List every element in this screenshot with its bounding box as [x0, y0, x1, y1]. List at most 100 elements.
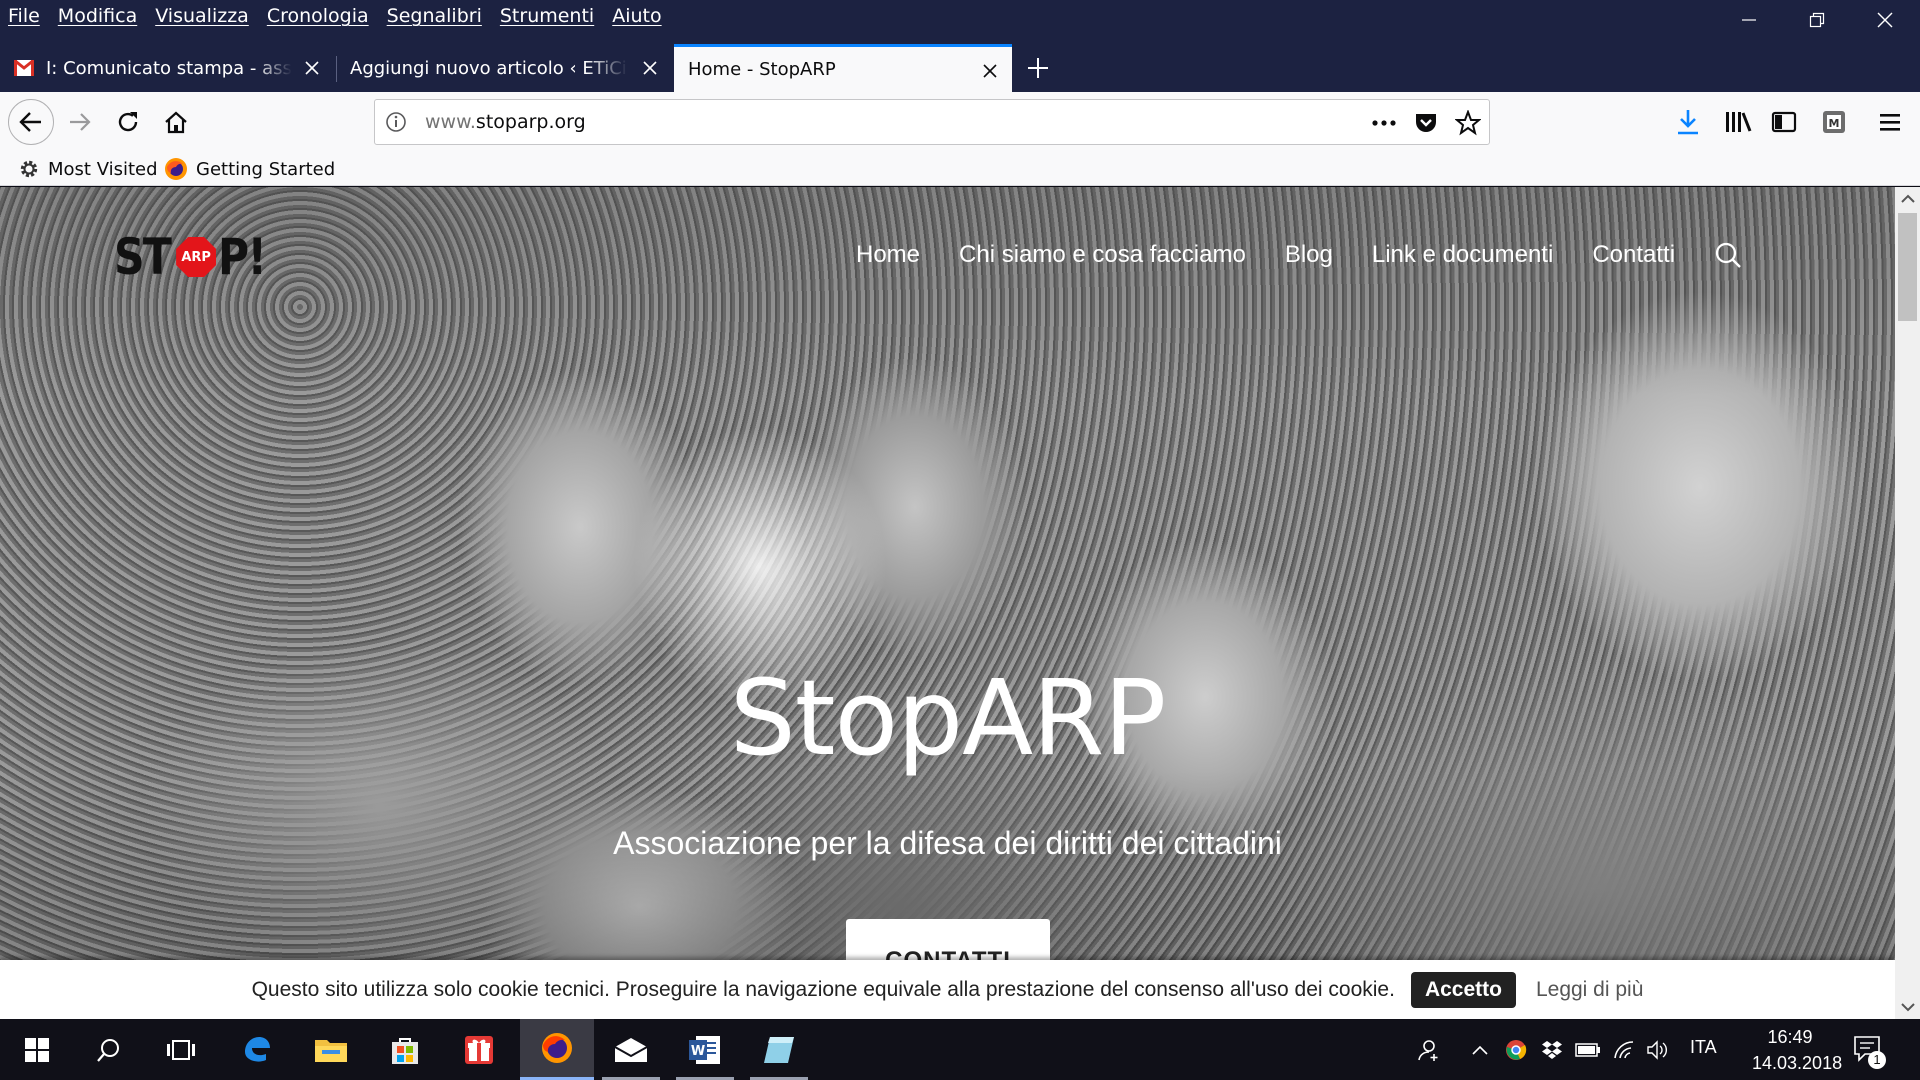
search-icon	[1715, 242, 1741, 268]
menu-aiuto[interactable]: Aiuto	[612, 5, 661, 27]
people-icon	[1418, 1040, 1438, 1061]
close-icon	[1877, 12, 1893, 28]
scroll-down-button[interactable]	[1895, 997, 1920, 1017]
page-actions-button[interactable]	[1371, 110, 1397, 136]
taskbar-notes-app[interactable]	[742, 1019, 816, 1080]
tab-gmail[interactable]: I: Comunicato stampa - associazione	[0, 44, 334, 92]
arrow-right-icon	[70, 113, 91, 131]
clock-time: 16:49	[1767, 1027, 1813, 1047]
pocket-button[interactable]	[1413, 110, 1439, 136]
site-nav-blog[interactable]: Blog	[1285, 241, 1333, 269]
taskbar-mail[interactable]	[594, 1019, 668, 1080]
wifi-icon	[1614, 1041, 1634, 1059]
site-info-button[interactable]	[385, 111, 407, 137]
restore-icon	[1809, 12, 1825, 28]
people-button[interactable]	[1414, 1037, 1442, 1063]
site-search-button[interactable]	[1714, 241, 1742, 269]
tab-close-button[interactable]	[300, 56, 324, 80]
downloads-button[interactable]	[1672, 106, 1704, 138]
scrollbar-thumb[interactable]	[1898, 213, 1917, 321]
forward-button[interactable]	[58, 100, 102, 144]
url-text[interactable]: www.stoparp.org	[425, 111, 586, 133]
tab-title: Home - StopARP	[688, 59, 836, 80]
library-button[interactable]	[1722, 106, 1754, 138]
menu-file[interactable]: File	[8, 5, 40, 27]
start-button[interactable]	[0, 1019, 74, 1080]
volume-icon	[1647, 1040, 1667, 1060]
site-nav-link-documenti[interactable]: Link e documenti	[1372, 241, 1553, 269]
task-view-button[interactable]	[144, 1019, 218, 1080]
menu-bar: File Modifica Visualizza Cronologia Segn…	[8, 0, 680, 32]
cookie-read-more-link[interactable]: Leggi di più	[1536, 978, 1643, 1002]
svg-text:W: W	[691, 1044, 705, 1059]
restore-button[interactable]	[1784, 0, 1850, 40]
cookie-accept-button[interactable]: Accetto	[1410, 971, 1516, 1008]
menu-segnalibri[interactable]: Segnalibri	[387, 5, 482, 27]
taskbar-edge[interactable]	[220, 1019, 294, 1080]
bookmark-getting-started[interactable]: Getting Started	[164, 156, 335, 182]
scroll-up-button[interactable]	[1895, 189, 1920, 209]
gift-icon	[465, 1035, 493, 1064]
taskbar-file-explorer[interactable]	[294, 1019, 368, 1080]
gmail-icon	[14, 60, 34, 76]
site-logo[interactable]: ST ARP P!	[114, 229, 274, 285]
more-horizontal-icon	[1372, 120, 1396, 126]
download-icon	[1678, 110, 1698, 135]
bookmark-most-visited[interactable]: Most Visited	[18, 156, 158, 182]
menu-modifica[interactable]: Modifica	[58, 5, 137, 27]
logo-text-left: ST	[114, 228, 172, 286]
taskbar-gift-app[interactable]	[442, 1019, 516, 1080]
extension-button[interactable]: M	[1818, 106, 1850, 138]
menu-strumenti[interactable]: Strumenti	[500, 5, 594, 27]
taskbar-store[interactable]	[368, 1019, 442, 1080]
tray-battery[interactable]	[1574, 1037, 1602, 1063]
tray-volume[interactable]	[1644, 1037, 1672, 1063]
input-language-indicator[interactable]: ITA	[1690, 1037, 1717, 1058]
mail-icon	[614, 1037, 648, 1062]
home-button[interactable]	[154, 100, 198, 144]
chrome-icon	[1506, 1040, 1527, 1060]
close-window-button[interactable]	[1852, 0, 1918, 40]
info-icon	[386, 112, 406, 132]
pocket-icon	[1416, 114, 1436, 132]
action-center-button[interactable]: 1	[1852, 1033, 1888, 1069]
tray-chrome-notifier[interactable]	[1502, 1037, 1530, 1063]
bookmark-star-button[interactable]	[1455, 110, 1481, 136]
tab-title: I: Comunicato stampa - associazione	[46, 57, 292, 79]
taskbar-search-button[interactable]	[72, 1019, 146, 1080]
tab-close-button[interactable]	[978, 59, 1002, 83]
url-bar[interactable]: www.stoparp.org	[374, 99, 1490, 145]
tab-strip: I: Comunicato stampa - associazione Aggi…	[0, 36, 1920, 92]
site-nav-chi-siamo[interactable]: Chi siamo e cosa facciamo	[959, 241, 1246, 269]
close-icon	[983, 64, 997, 78]
navigation-toolbar: www.stoparp.org M	[0, 92, 1920, 152]
tray-dropbox[interactable]	[1538, 1037, 1566, 1063]
tab-title: Aggiungi nuovo articolo ‹ ETiCinforma	[350, 57, 628, 79]
sidebar-button[interactable]	[1768, 106, 1800, 138]
menu-cronologia[interactable]: Cronologia	[267, 5, 369, 27]
chevron-down-icon	[1900, 1003, 1915, 1012]
tab-aggiungi-articolo[interactable]: Aggiungi nuovo articolo ‹ ETiCinforma	[336, 44, 672, 92]
menu-visualizza[interactable]: Visualizza	[155, 5, 249, 27]
url-domain: stoparp.org	[475, 111, 586, 133]
hero-title: StopARP	[729, 657, 1167, 779]
back-button[interactable]	[8, 99, 54, 145]
new-tab-button[interactable]	[1020, 48, 1056, 88]
cookie-banner: Questo sito utilizza solo cookie tecnici…	[0, 960, 1895, 1019]
page-scrollbar[interactable]	[1895, 187, 1920, 1019]
reload-button[interactable]	[106, 100, 150, 144]
minimize-button[interactable]	[1716, 0, 1782, 40]
site-nav-contatti[interactable]: Contatti	[1592, 241, 1675, 269]
clock[interactable]: 16:49 14.03.2018	[1752, 1024, 1842, 1076]
hero-subtitle: Associazione per la difesa dei diritti d…	[613, 825, 1282, 861]
open-menu-button[interactable]	[1874, 106, 1906, 138]
bookmark-label: Getting Started	[196, 158, 336, 180]
taskbar-word[interactable]: W	[668, 1019, 742, 1080]
taskbar-firefox[interactable]	[520, 1019, 594, 1080]
tray-wifi[interactable]	[1610, 1037, 1638, 1063]
tab-close-button[interactable]	[638, 56, 662, 80]
show-hidden-icons-button[interactable]	[1466, 1037, 1494, 1063]
site-nav-home[interactable]: Home	[856, 241, 920, 269]
tab-home-stoparp[interactable]: Home - StopARP	[674, 44, 1012, 92]
firefox-icon	[164, 157, 188, 181]
